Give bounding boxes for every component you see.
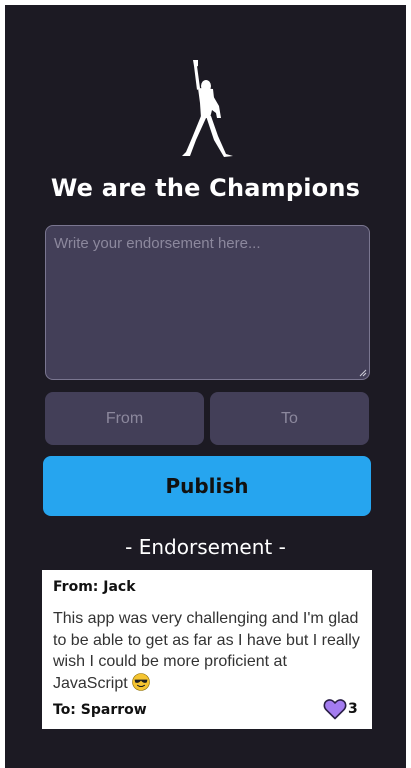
card-message-text: This app was very challenging and I'm gl…: [53, 610, 360, 692]
card-from-label: From: Jack: [53, 579, 136, 595]
like-count: 3: [348, 701, 358, 717]
card-to-label: To: Sparrow: [53, 702, 147, 718]
publish-button[interactable]: Publish: [43, 456, 371, 516]
card-message: This app was very challenging and I'm gl…: [53, 608, 366, 694]
endorsement-card: From: Jack This app was very challenging…: [42, 570, 372, 729]
endorsement-textarea[interactable]: [45, 225, 370, 380]
to-input[interactable]: [210, 392, 369, 445]
app-title: We are the Champions: [50, 174, 361, 202]
endorsements-heading: - Endorsement -: [125, 535, 286, 559]
like-button[interactable]: 3: [323, 697, 358, 721]
heart-icon: [323, 699, 347, 720]
from-input[interactable]: [45, 392, 204, 445]
resize-handle-icon[interactable]: [359, 369, 367, 377]
freddie-mercury-silhouette-icon: [182, 60, 233, 157]
sunglasses-smiley-icon: [132, 672, 150, 691]
